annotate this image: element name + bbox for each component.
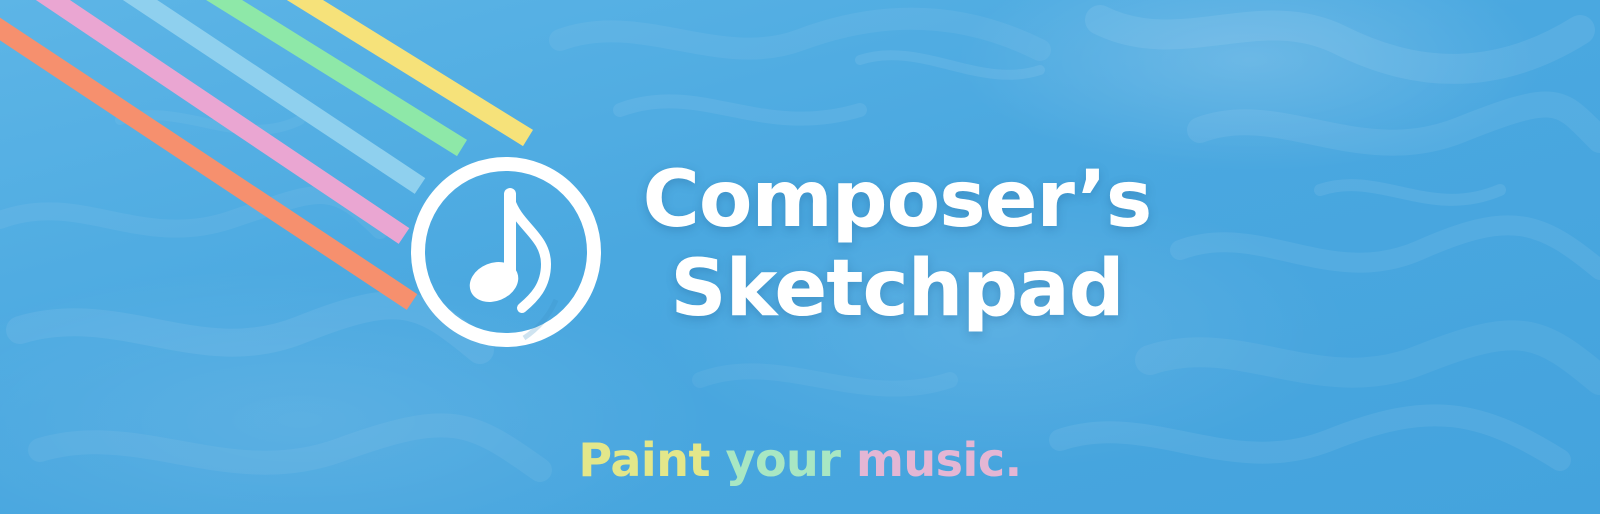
music-note-icon — [411, 157, 601, 347]
logo-mark — [406, 152, 606, 352]
tagline-word — [710, 433, 726, 487]
app-title: Composer’s Sketchpad — [612, 156, 1182, 334]
tagline-word: music. — [856, 433, 1022, 487]
ray-orange — [0, 17, 418, 310]
title-line-composers: Composer’s — [642, 155, 1153, 245]
tagline-word — [840, 433, 856, 487]
tagline-word: Paint — [578, 433, 710, 487]
title-line-sketchpad: Sketchpad — [670, 244, 1124, 334]
tagline-word: your — [725, 433, 841, 487]
tagline: Paint your music. — [0, 432, 1600, 488]
hero-banner: Composer’s Sketchpad Paint your music. — [0, 0, 1600, 514]
